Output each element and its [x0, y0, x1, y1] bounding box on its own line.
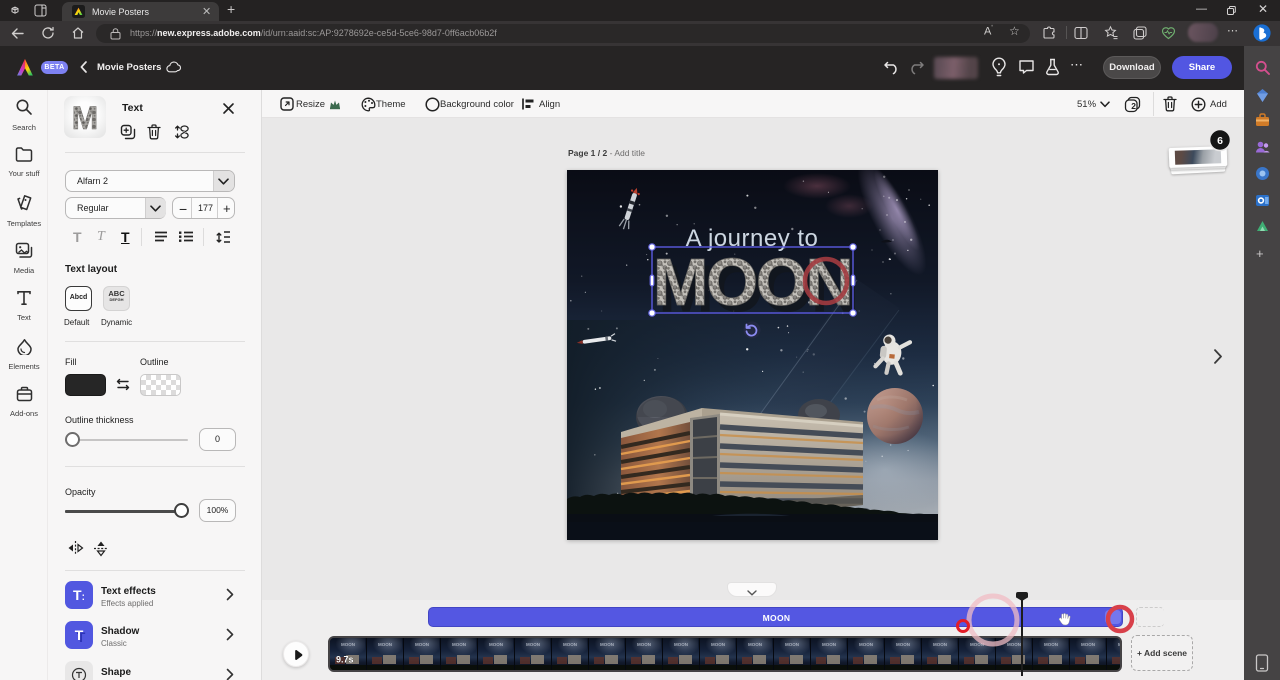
svg-text:6: 6	[1217, 135, 1223, 147]
svg-text:MOON: MOON	[653, 245, 851, 320]
svg-text:M: M	[72, 100, 99, 136]
svg-text:9.7s: 9.7s	[336, 655, 354, 665]
svg-text:2: 2	[1131, 101, 1136, 111]
